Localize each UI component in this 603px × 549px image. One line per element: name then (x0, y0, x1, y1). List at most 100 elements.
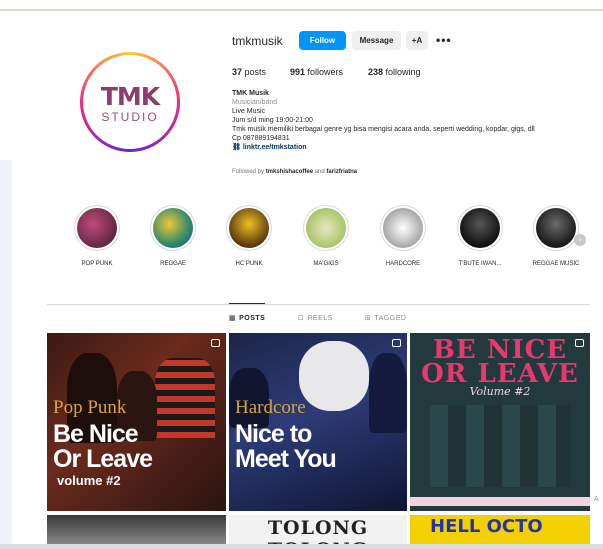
highlight-label: HARDCORE (385, 261, 421, 267)
poster-footer-strip (410, 497, 590, 506)
post-title: TOLONG TOLONG (267, 517, 369, 545)
followers-label: followers (307, 67, 344, 77)
highlight-cover (533, 205, 579, 251)
reel-icon (211, 339, 220, 347)
followers-stat[interactable]: 991 followers (290, 67, 343, 77)
avatar-logo: TMK STUDIO (86, 58, 174, 146)
tab-reels-label: REELS (307, 315, 333, 322)
followed-user-1: tmkshishacoffee (265, 169, 314, 175)
highlight-label: T'BUTE IWAN... (458, 261, 502, 267)
following-stat[interactable]: 238 following (368, 67, 421, 77)
post-pop-punk-be-nice[interactable]: Pop Punk Be Nice Or Leave volume #2 (47, 333, 226, 511)
tab-posts-label: POSTS (239, 315, 266, 322)
message-button[interactable]: Message (352, 31, 401, 50)
link-icon: ⛓ (232, 144, 243, 151)
post-photo-striped-shirt (155, 358, 215, 438)
bio-link-text: linktr.ee/tmkstation (242, 144, 307, 151)
highlight-label: HC PUNK (235, 261, 263, 267)
post-be-nice-poster[interactable]: BE NICE OR LEAVE Volume #2 (410, 333, 590, 511)
bottom-edge-bar (0, 544, 603, 549)
bio-line-4: Cp 087889194831 (232, 135, 290, 142)
highlight-cover (226, 205, 272, 251)
highlight-image (306, 208, 346, 248)
highlight-image (229, 208, 269, 248)
posts-label: posts (244, 67, 267, 77)
followed-user-2: farizfriatna (326, 169, 358, 175)
highlight-reggae[interactable]: REGGAE (138, 205, 208, 267)
post-volume: volume #2 (57, 473, 121, 488)
post-title-line-2: Meet You (235, 445, 337, 473)
highlight-image (383, 208, 423, 248)
posts-stat: 37 posts (232, 67, 266, 77)
top-divider (0, 9, 603, 11)
post-bottom-middle[interactable]: TOLONG TOLONG (229, 515, 407, 545)
tab-posts[interactable]: ▦ POSTS (229, 314, 265, 322)
post-title-line-1: Be Nice (53, 420, 139, 448)
highlight-tribute-iwan[interactable]: T'BUTE IWAN... (445, 205, 515, 267)
followed-prefix: Followed by (232, 169, 265, 175)
active-tab-indicator (229, 303, 265, 304)
following-label: following (385, 67, 421, 77)
highlight-image (153, 208, 193, 248)
bio-name: TMK Musik (232, 90, 269, 97)
post-title-line-2: Or Leave (53, 445, 153, 473)
highlight-image (536, 208, 576, 248)
post-bottom-left[interactable] (47, 515, 226, 545)
highlight-label: REGGAE MUSIC (532, 261, 580, 267)
highlight-cover (150, 205, 196, 251)
followed-by[interactable]: Followed by tmkshishacoffee and farizfri… (232, 169, 357, 175)
highlight-label: REGGAE (160, 261, 186, 267)
post-hardcore-nice-to-meet-you[interactable]: Hardcore Nice to Meet You (229, 333, 407, 511)
post-bottom-right[interactable]: HELL OCTO (410, 515, 590, 545)
left-background-shade (0, 160, 12, 549)
bio-link[interactable]: ⛓ linktr.ee/tmkstation (232, 143, 592, 152)
highlight-cover (380, 205, 426, 251)
highlight-pop-punk[interactable]: POP PUNK (62, 205, 132, 267)
post-photo-figure (369, 353, 407, 433)
poster-volume: Volume #2 (469, 385, 531, 398)
follow-button[interactable]: Follow (299, 31, 346, 50)
profile-bio: TMK Musik Musician/band Live Music Jum s… (232, 89, 592, 152)
grid-icon: ▦ (229, 315, 237, 322)
highlight-label: MA'GIGS (313, 261, 339, 267)
profile-avatar[interactable]: TMK STUDIO (80, 52, 180, 152)
tab-tagged-label: TAGGED (374, 315, 407, 322)
chevron-right-icon[interactable]: › (574, 234, 586, 246)
post-genre: Pop Punk (53, 397, 127, 418)
highlight-label: POP PUNK (81, 261, 113, 267)
post-title-line-1: Nice to (235, 420, 312, 448)
posts-count: 37 (232, 67, 243, 77)
highlight-cover (457, 205, 503, 251)
followed-and: and (314, 169, 325, 175)
post-photo-figure (299, 341, 369, 411)
highlight-image (460, 208, 500, 248)
reels-icon: ⊡ (298, 315, 305, 322)
highlight-hardcore[interactable]: HARDCORE (368, 205, 438, 267)
bio-line-3: Tmk musik memiliki berbagai genre yg bis… (232, 126, 535, 133)
poster-title-line-1: BE NICE (432, 335, 568, 365)
highlight-cover (303, 205, 349, 251)
bio-line-2: Jum s/d ming 19:00-21:00 (232, 117, 313, 124)
tagged-icon: ⊞ (365, 315, 372, 322)
highlight-magigs[interactable]: MA'GIGS (291, 205, 361, 267)
following-count: 238 (368, 67, 384, 77)
avatar-logo-sub: STUDIO (101, 110, 159, 124)
tab-tagged[interactable]: ⊞ TAGGED (365, 314, 406, 322)
highlight-cover (74, 205, 120, 251)
highlight-hc-punk[interactable]: HC PUNK (214, 205, 284, 267)
poster-title-line-2: OR LEAVE (421, 359, 579, 389)
avatar-inner-ring: TMK STUDIO (83, 55, 177, 149)
reel-icon (392, 339, 401, 347)
add-user-button[interactable]: +A (406, 31, 428, 50)
bio-category: Musician/band (232, 99, 278, 106)
tab-reels[interactable]: ⊡ REELS (298, 314, 333, 322)
avatar-logo-main: TMK (100, 82, 160, 111)
post-title: HELL OCTO (430, 516, 543, 537)
side-edge-text: A (594, 496, 599, 503)
highlight-image (77, 208, 117, 248)
bio-line-1: Live Music (232, 108, 266, 115)
more-options-icon[interactable]: ••• (436, 33, 452, 47)
profile-username: tmkmusik (232, 34, 283, 48)
poster-band-lineup (430, 405, 570, 487)
followers-count: 991 (290, 67, 306, 77)
